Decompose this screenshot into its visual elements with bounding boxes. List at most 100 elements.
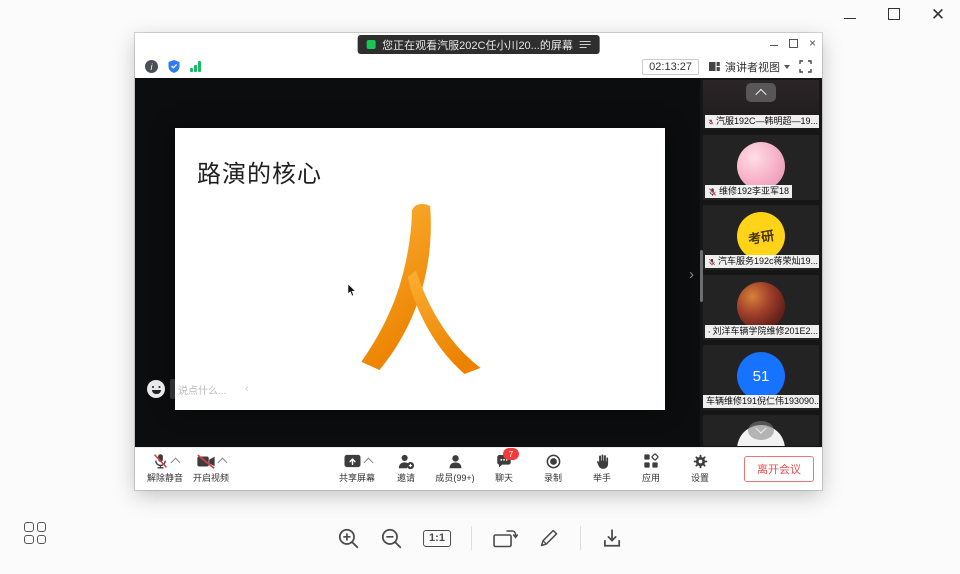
leave-meeting-button[interactable]: 离开会议 <box>744 456 814 482</box>
slide-person-glyph <box>355 202 485 447</box>
scroll-up-button[interactable] <box>746 83 776 102</box>
zoom-in-button[interactable] <box>337 527 360 550</box>
camera-off-icon <box>196 453 216 470</box>
gallery-grid-icon[interactable] <box>24 522 46 544</box>
participant-tile[interactable]: 51 车辆维修191倪仁伟193090... <box>703 345 819 410</box>
unmute-button[interactable]: 解除静音 <box>145 452 185 484</box>
view-mode-selector[interactable]: 演讲者视图 <box>708 59 790 75</box>
chevron-up-icon <box>755 88 766 99</box>
muted-mic-icon <box>708 117 714 127</box>
participants-sidebar: 汽服192C—韩明超—19... 维修192李亚军18 <box>700 78 822 447</box>
maximize-icon <box>789 39 798 48</box>
banner-menu-icon[interactable] <box>580 41 591 49</box>
share-options-chevron[interactable] <box>363 458 373 468</box>
rotate-icon <box>492 528 518 549</box>
meeting-close-button[interactable]: × <box>809 37 816 49</box>
avatar-text: 考研 <box>747 224 776 247</box>
toolbar-center-group: 共享屏幕 邀请 <box>337 452 720 484</box>
apps-label: 应用 <box>642 471 660 484</box>
maximize-button[interactable] <box>886 6 902 22</box>
rotate-button[interactable] <box>492 528 518 549</box>
toolbar-divider <box>580 526 581 550</box>
members-icon <box>447 453 464 470</box>
sidebar-collapse-arrow[interactable]: › <box>689 266 694 283</box>
participant-name-tag: 维修192李亚军18 <box>705 185 792 198</box>
network-signal-icon[interactable] <box>190 61 201 72</box>
avatar: 51 <box>737 352 785 400</box>
meeting-toolbar: 解除静音 开启视频 <box>135 447 822 490</box>
raise-hand-label: 举手 <box>593 471 611 484</box>
participant-tile[interactable]: 维修192李亚军18 <box>703 135 819 200</box>
share-screen-button[interactable]: 共享屏幕 <box>337 452 377 484</box>
person-glyph-reflection <box>355 366 485 447</box>
meeting-window-controls: × <box>770 37 816 49</box>
meeting-minimize-button[interactable] <box>770 37 778 49</box>
start-video-label: 开启视频 <box>193 471 229 484</box>
zoom-out-button[interactable] <box>380 527 403 550</box>
view-mode-label: 演讲者视图 <box>725 59 780 75</box>
participant-name: 车辆维修191倪仁伟193090... <box>706 395 819 408</box>
meeting-window: 您正在观看汽服202C任小川20...的屏幕 × i 02:13:27 <box>135 33 822 490</box>
invite-person-icon <box>397 453 415 470</box>
meeting-statusbar: i 02:13:27 演讲者视图 <box>135 55 822 78</box>
scroll-down-button[interactable] <box>748 421 774 440</box>
chat-label: 聊天 <box>495 471 513 484</box>
avatar <box>737 282 785 330</box>
chat-quick-input[interactable]: 说点什么... <box>170 379 234 399</box>
avatar-text: 51 <box>753 368 770 385</box>
fullscreen-icon[interactable] <box>799 60 812 73</box>
watching-banner[interactable]: 您正在观看汽服202C任小川20...的屏幕 <box>357 35 600 54</box>
minimize-icon <box>844 18 856 19</box>
actual-size-button[interactable]: 1:1 <box>423 530 451 547</box>
chevron-down-icon <box>784 65 790 69</box>
minimize-button[interactable] <box>842 6 858 22</box>
raise-hand-icon <box>594 453 611 470</box>
share-screen-label: 共享屏幕 <box>339 471 375 484</box>
members-button[interactable]: 成员(99+) <box>435 452 475 484</box>
settings-button[interactable]: 设置 <box>680 452 720 484</box>
pencil-icon <box>538 527 560 549</box>
emoji-icon[interactable] <box>147 380 165 398</box>
chat-button[interactable]: 7 聊天 <box>484 452 524 484</box>
participant-tile[interactable] <box>703 415 819 446</box>
presentation-slide: 路演的核心 <box>175 128 665 410</box>
chat-collapse-button[interactable]: ‹ <box>239 379 254 399</box>
quick-chat-overlay: 说点什么... ‹ <box>147 379 254 399</box>
slide-title: 路演的核心 <box>197 154 322 189</box>
gear-icon <box>692 453 709 470</box>
download-button[interactable] <box>601 527 623 549</box>
record-label: 录制 <box>544 471 562 484</box>
toolbar-left-group: 解除静音 开启视频 <box>145 452 231 484</box>
chat-unread-badge: 7 <box>503 448 519 460</box>
muted-mic-icon <box>708 257 716 267</box>
record-button[interactable]: 录制 <box>533 452 573 484</box>
participant-name: 汽服192C—韩明超—19... <box>716 115 818 128</box>
meeting-maximize-button[interactable] <box>789 37 798 49</box>
download-icon <box>601 527 623 549</box>
participant-name-tag: 车辆维修191倪仁伟193090... <box>703 395 819 408</box>
annotate-button[interactable] <box>538 527 560 549</box>
mic-options-chevron[interactable] <box>170 458 180 468</box>
meeting-titlebar: 您正在观看汽服202C任小川20...的屏幕 × <box>135 33 822 55</box>
participant-tile[interactable]: 汽服192C—韩明超—19... <box>703 80 819 130</box>
person-glyph-graphic <box>355 202 485 374</box>
layout-icon <box>708 60 721 73</box>
participant-name-tag: 汽车服务192c蒋荣灿19... <box>705 255 819 268</box>
invite-button[interactable]: 邀请 <box>386 452 426 484</box>
outer-window-controls: ✕ <box>842 6 946 22</box>
apps-button[interactable]: 应用 <box>631 452 671 484</box>
close-button[interactable]: ✕ <box>930 6 946 22</box>
chevron-down-icon <box>755 422 766 433</box>
shared-screen-stage: 路演的核心 <box>135 78 700 447</box>
participant-tile[interactable]: 刘洋车辆学院维修201E2... <box>703 275 819 340</box>
toolbar-divider <box>471 526 472 550</box>
raise-hand-button[interactable]: 举手 <box>582 452 622 484</box>
video-options-chevron[interactable] <box>218 458 228 468</box>
start-video-button[interactable]: 开启视频 <box>191 452 231 484</box>
participant-name-tag: 汽服192C—韩明超—19... <box>705 115 819 128</box>
share-screen-icon <box>343 453 362 469</box>
security-shield-icon[interactable] <box>167 59 181 74</box>
participant-tile[interactable]: 考研 汽车服务192c蒋荣灿19... <box>703 205 819 270</box>
meeting-info-icon[interactable]: i <box>145 60 158 73</box>
unmute-label: 解除静音 <box>147 471 183 484</box>
